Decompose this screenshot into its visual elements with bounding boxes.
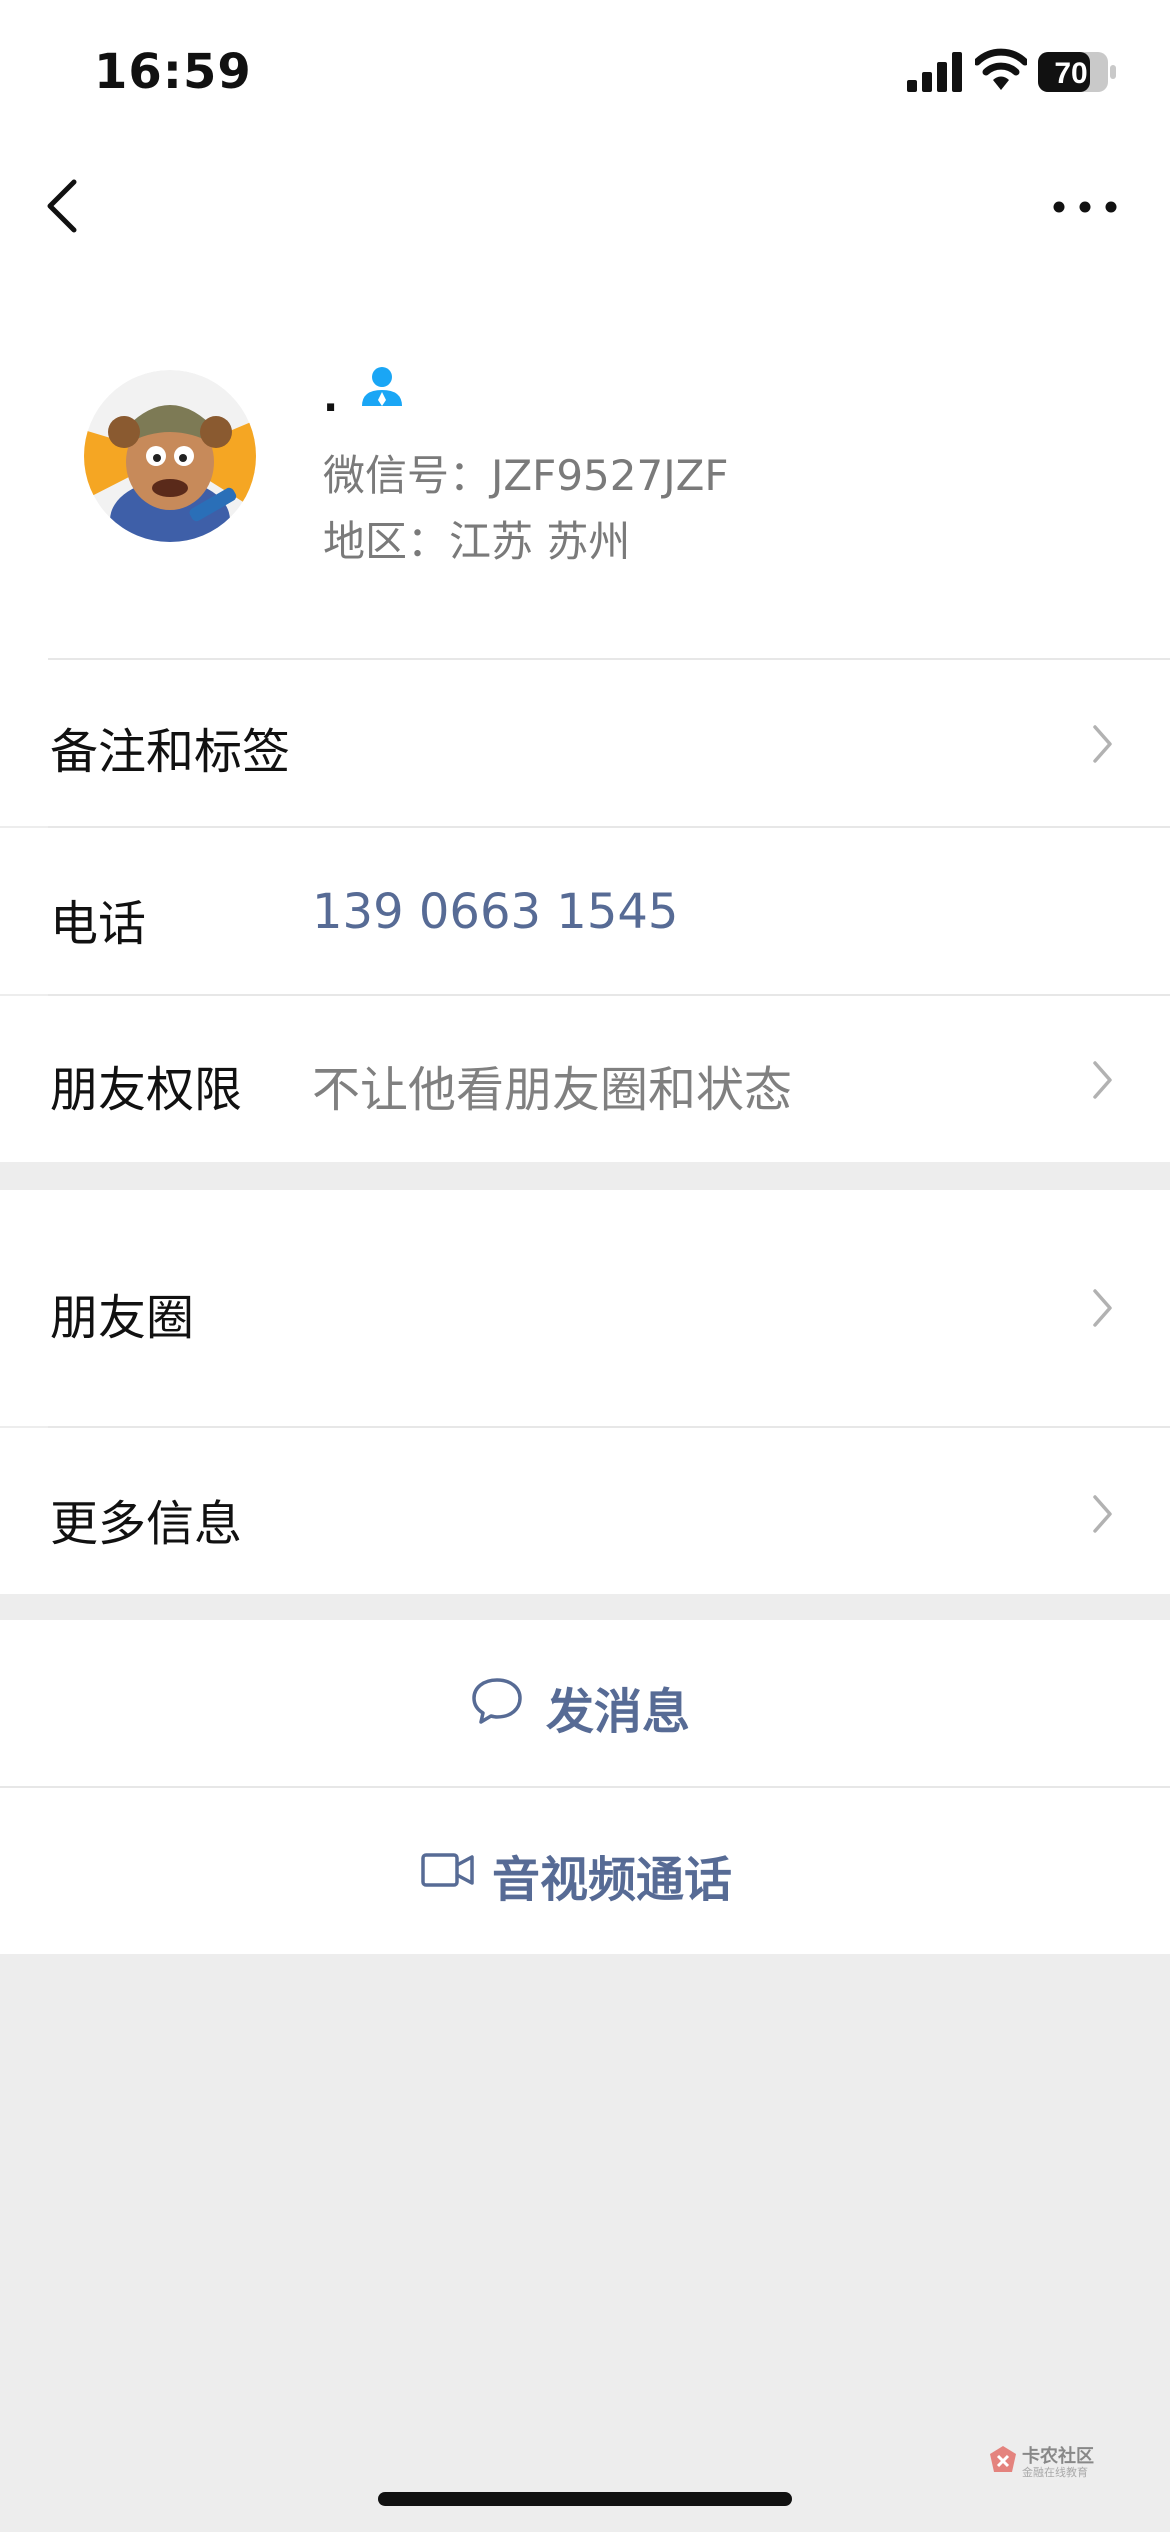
remark-tags-label: 备注和标签 bbox=[50, 724, 291, 780]
voice-video-call-label: 音视频通话 bbox=[492, 1852, 733, 1908]
chevron-right-icon bbox=[1093, 1289, 1112, 1327]
more-info-row[interactable]: 更多信息 bbox=[0, 1428, 1170, 1594]
watermark-logo-icon bbox=[990, 2446, 1016, 2472]
chevron-right-icon bbox=[1093, 725, 1112, 763]
friend-permissions-row[interactable]: 朋友权限 不让他看朋友圈和状态 bbox=[0, 996, 1170, 1162]
chat-bubble-icon bbox=[472, 1678, 522, 1724]
moments-row[interactable]: 朋友圈 bbox=[0, 1190, 1170, 1426]
send-message-button[interactable]: 发消息 bbox=[0, 1620, 1170, 1786]
nickname: . bbox=[323, 375, 339, 421]
section-separator bbox=[0, 1162, 1170, 1190]
wifi-icon bbox=[975, 48, 1027, 90]
friend-permissions-value: 不让他看朋友圈和状态 bbox=[312, 1062, 793, 1118]
avatar[interactable] bbox=[84, 370, 256, 542]
voice-video-call-button[interactable]: 音视频通话 bbox=[0, 1788, 1170, 1954]
remark-tags-row[interactable]: 备注和标签 bbox=[0, 660, 1170, 826]
watermark-logo: 卡农社区 金融在线教育 bbox=[988, 2440, 1118, 2480]
status-bar: 16:59 70 bbox=[0, 0, 1170, 140]
chevron-right-icon bbox=[1093, 1495, 1112, 1533]
battery-level: 70 bbox=[1054, 57, 1087, 90]
cellular-signal-icon bbox=[907, 52, 962, 92]
home-indicator[interactable] bbox=[378, 2492, 792, 2506]
section-separator bbox=[0, 1594, 1170, 1620]
region: 地区：江苏 苏州 bbox=[323, 517, 631, 566]
phone-label: 电话 bbox=[50, 896, 147, 952]
more-options-icon[interactable] bbox=[1050, 195, 1120, 219]
friend-permissions-label: 朋友权限 bbox=[50, 1062, 243, 1118]
nav-bar bbox=[0, 140, 1170, 270]
moments-label: 朋友圈 bbox=[50, 1290, 195, 1346]
status-time: 16:59 bbox=[94, 44, 252, 100]
wechat-id: 微信号：JZF9527JZF bbox=[323, 451, 729, 500]
send-message-label: 发消息 bbox=[546, 1684, 691, 1740]
video-camera-icon bbox=[421, 1853, 474, 1887]
back-arrow-icon[interactable] bbox=[40, 176, 84, 236]
phone-number[interactable]: 139 0663 1545 bbox=[312, 884, 678, 940]
watermark-subtitle: 金融在线教育 bbox=[1022, 2466, 1088, 2479]
more-info-label: 更多信息 bbox=[50, 1496, 243, 1552]
battery-icon: 70 bbox=[1038, 52, 1116, 92]
contact-person-icon bbox=[362, 367, 402, 406]
phone-row[interactable]: 电话 139 0663 1545 bbox=[0, 828, 1170, 994]
chevron-right-icon bbox=[1093, 1061, 1112, 1099]
